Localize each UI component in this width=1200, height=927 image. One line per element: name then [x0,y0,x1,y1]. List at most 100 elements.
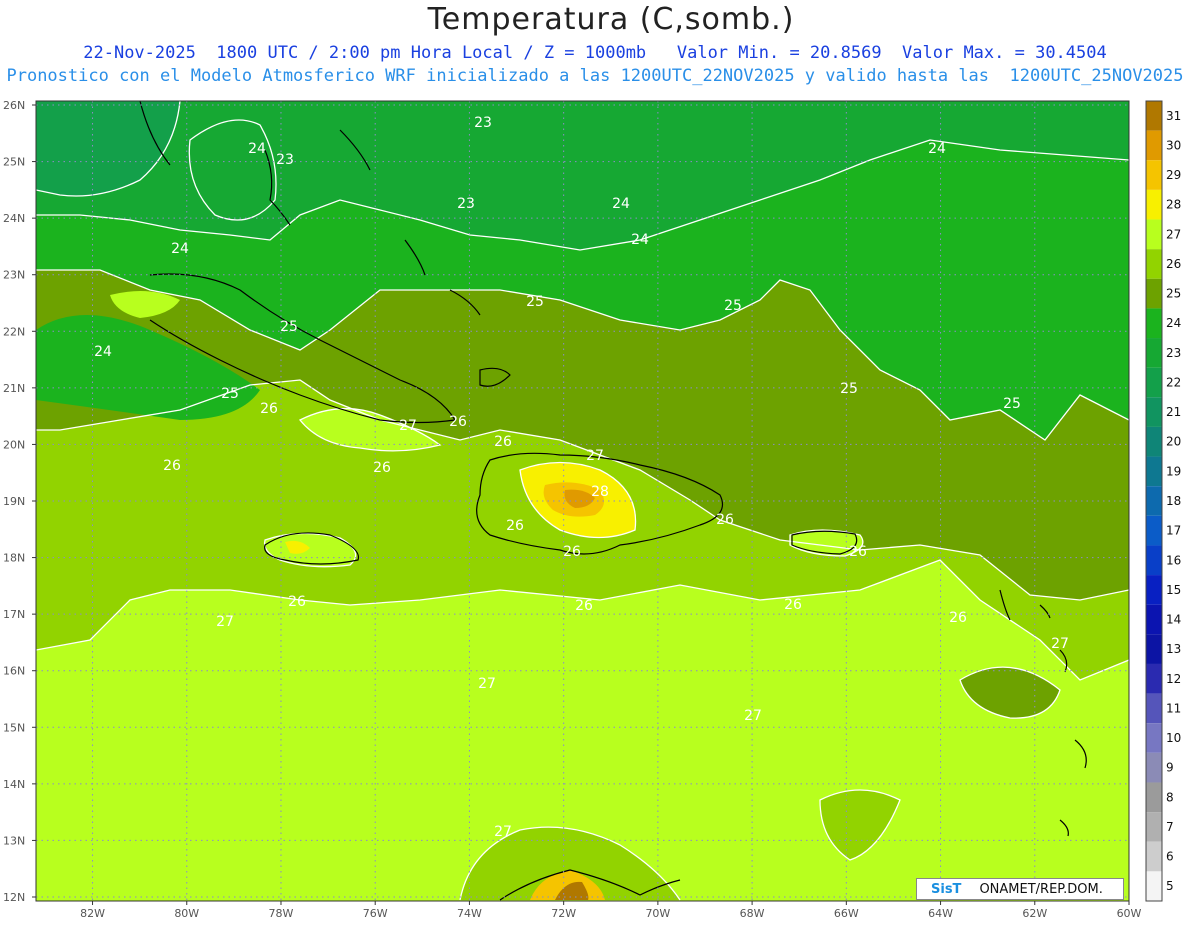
valid-time-line: 22-Nov-2025 1800 UTC / 2:00 pm Hora Loca… [83,43,1107,63]
colorbar-swatch [1146,101,1162,131]
isotherm-label: 26 [784,597,802,613]
colorbar-label: 19 [1166,464,1181,478]
temperature-field [36,101,1129,901]
isotherm-label: 25 [221,386,239,402]
colorbar-swatch [1146,752,1162,783]
colorbar-swatch [1146,130,1162,161]
isotherm-label: 24 [171,241,189,257]
colorbar-label: 28 [1166,198,1181,212]
isotherm-label: 26 [716,512,734,528]
lon-label: 60W [1117,907,1142,920]
colorbar-label: 31 [1166,109,1181,123]
colorbar-swatch [1146,219,1162,250]
isotherm-label: 27 [494,824,512,840]
isotherm-label: 26 [494,434,512,450]
isotherm-label: 26 [373,460,391,476]
lat-label: 18N [3,552,25,565]
isotherm-label: 25 [840,381,858,397]
colorbar-swatch [1146,782,1162,813]
isotherm-label: 25 [1003,396,1021,412]
lat-label: 16N [3,665,25,678]
colorbar-swatch [1146,634,1162,664]
longitude-axis: 82W 80W 78W 76W 74W 72W 70W 68W 66W 64W 62W 60W [80,907,1141,920]
colorbar-label: 16 [1166,553,1181,567]
isotherm-label: 23 [474,115,492,131]
colorbar-label: 12 [1166,672,1181,686]
isotherm-label: 26 [506,518,524,534]
colorbar-swatch [1146,812,1162,842]
isotherm-label: 26 [949,610,967,626]
lat-label: 23N [3,269,25,282]
lat-label: 24N [3,212,25,225]
lon-label: 82W [80,907,105,920]
colorbar-label: 25 [1166,287,1181,301]
colorbar-swatch [1146,841,1162,872]
colorbar-swatch [1146,515,1162,546]
colorbar-label: 22 [1166,375,1181,389]
lat-label: 19N [3,495,25,508]
isotherm-label: 26 [163,458,181,474]
isotherm-label: 26 [288,594,306,610]
colorbar-swatch [1146,189,1162,220]
lon-label: 80W [174,907,199,920]
lat-label: 13N [3,834,25,847]
lat-label: 25N [3,156,25,169]
isotherm-label: 24 [612,196,630,212]
lat-label: 17N [3,608,25,621]
colorbar-label: 17 [1166,524,1181,538]
model-info-line: Pronostico con el Modelo Atmosferico WRF… [6,66,1184,86]
colorbar-swatch [1146,604,1162,635]
colorbar-swatch [1146,249,1162,279]
lat-label: 14N [3,778,25,791]
lon-label: 68W [740,907,765,920]
credit-box: SisT ONAMET/REP.DOM. [916,878,1124,900]
isotherm-label: 26 [849,544,867,560]
isotherm-label: 26 [449,414,467,430]
isotherm-label: 27 [399,418,417,434]
isotherm-label: 27 [478,676,496,692]
lon-label: 74W [457,907,482,920]
colorbar-label: 14 [1166,613,1181,627]
lon-label: 62W [1022,907,1047,920]
isotherm-label: 27 [1051,636,1069,652]
colorbar-label: 11 [1166,701,1181,715]
colorbar-swatch [1146,308,1162,339]
colorbar-swatch [1146,338,1162,368]
colorbar-label: 26 [1166,257,1181,271]
colorbar-label: 20 [1166,435,1181,449]
lat-label: 26N [3,99,25,112]
lat-label: 15N [3,721,25,734]
colorbar-swatch [1146,545,1162,576]
colorbar-label: 10 [1166,731,1181,745]
colorbar-swatch [1146,723,1162,753]
colorbar-swatch [1146,426,1162,457]
colorbar-label: 27 [1166,227,1181,241]
isotherm-label: 24 [928,141,946,157]
colorbar-swatch [1146,486,1162,516]
latitude-axis: 26N 25N 24N 23N 22N 21N 20N 19N 18N 17N 16N 15N 14N 1… [3,99,25,904]
colorbar-label: 18 [1166,494,1181,508]
colorbar-swatch [1146,278,1162,309]
colorbar-swatch [1146,397,1162,427]
colorbar-label: 30 [1166,138,1181,152]
forecast-map: 26N 25N 24N 23N 22N 21N 20N 19N 18N 17N 16N 15N 14N 1… [3,99,1181,920]
colorbar-label: 7 [1166,820,1174,834]
colorbar-swatch [1146,693,1162,724]
isotherm-label: 23 [457,196,475,212]
lon-label: 72W [551,907,576,920]
isotherm-label: 27 [586,448,604,464]
isotherm-label: 25 [724,298,742,314]
colorbar-label: 21 [1166,405,1181,419]
lat-label: 22N [3,325,25,338]
isotherm-label: 24 [631,232,649,248]
colorbar-swatch [1146,871,1162,901]
lat-label: 20N [3,438,25,451]
colorbar-label: 8 [1166,790,1174,804]
lon-label: 78W [269,907,294,920]
isotherm-label: 26 [563,544,581,560]
isotherm-label: 24 [248,141,266,157]
isotherm-label: 27 [744,708,762,724]
isotherm-label: 28 [591,484,609,500]
isotherm-label: 23 [276,152,294,168]
lon-label: 76W [363,907,388,920]
